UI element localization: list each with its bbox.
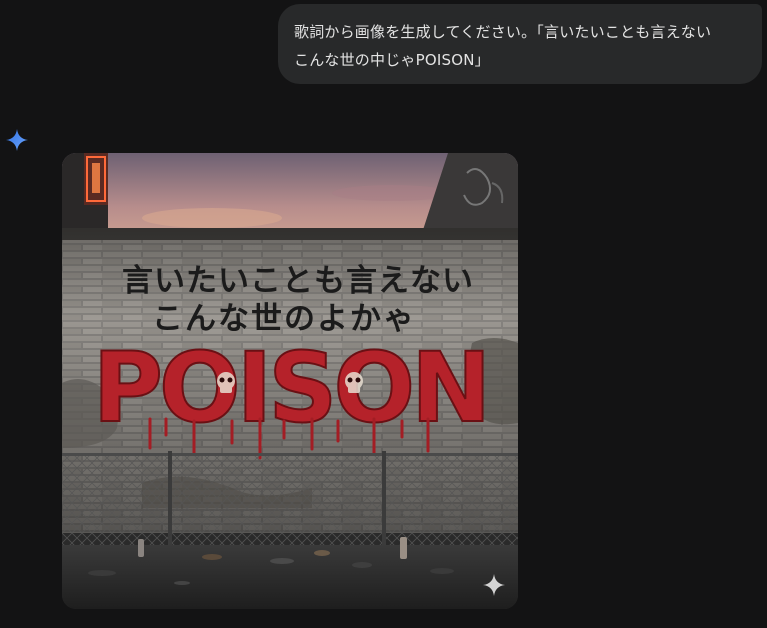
graffiti-wall-scene: 言いたいことも言えない こんな世のよかゃ POISON <box>62 153 518 609</box>
gemini-sparkle-icon <box>6 129 28 151</box>
user-message-bubble: 歌詞から画像を生成してください。「言いたいことも言えない こんな世の中じゃPOI… <box>278 4 762 84</box>
generated-image[interactable]: 言いたいことも言えない こんな世のよかゃ POISON <box>62 153 518 609</box>
sparkle-watermark-icon <box>483 574 505 596</box>
graffiti-line1: 言いたいことも言えない <box>122 263 474 299</box>
